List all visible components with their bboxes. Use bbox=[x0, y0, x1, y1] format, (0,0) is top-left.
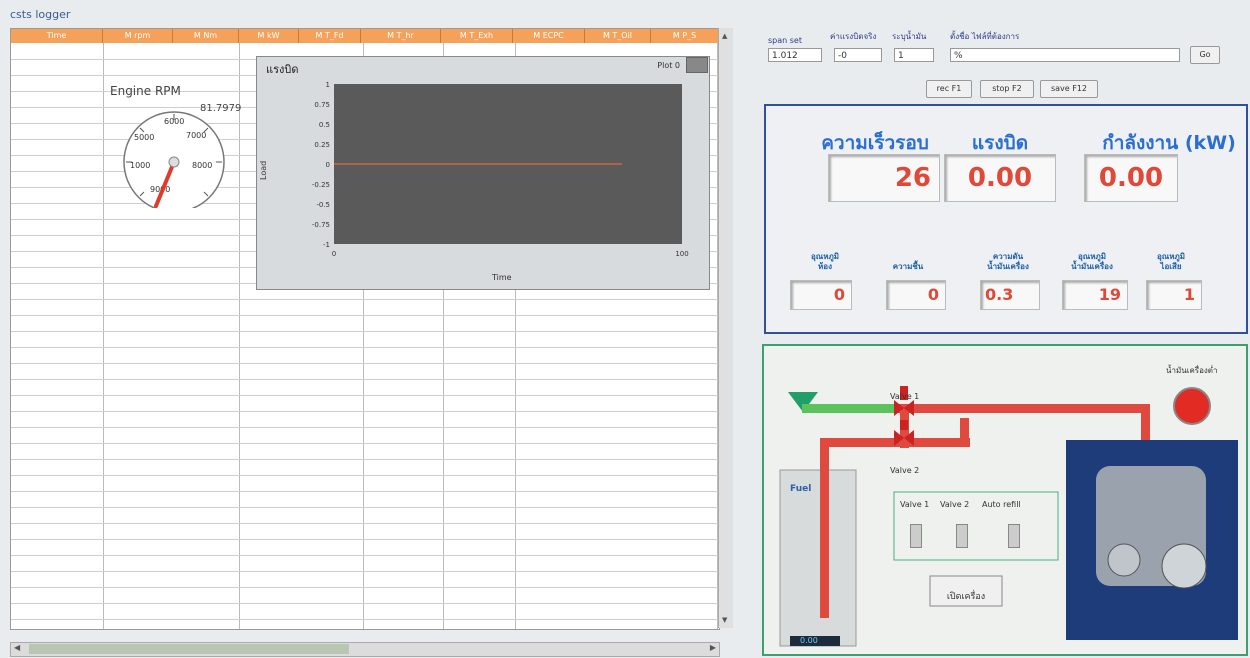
speed-value: 26 bbox=[828, 154, 940, 202]
span-input[interactable]: 1.012 bbox=[768, 48, 822, 62]
column-header[interactable]: M T_Fd bbox=[299, 29, 361, 43]
gauge-tick: 6000 bbox=[164, 117, 184, 126]
start-engine-button[interactable]: เปิดเครื่อง bbox=[930, 584, 1002, 610]
column-header[interactable]: M kW bbox=[239, 29, 299, 43]
fuel-reading: 0.00 bbox=[800, 636, 818, 645]
table-row bbox=[11, 315, 719, 316]
room-temp-value: 0 bbox=[790, 280, 852, 310]
column-header[interactable]: M T_Oil bbox=[585, 29, 651, 43]
logger-title: csts logger bbox=[10, 8, 71, 21]
fuel-label: Fuel bbox=[790, 484, 812, 494]
table-row bbox=[11, 475, 719, 476]
table-row bbox=[11, 587, 719, 588]
alarm-light bbox=[1173, 387, 1211, 425]
filepath-input[interactable]: % bbox=[950, 48, 1180, 62]
field2-label: ค่าแรงบิดจริง bbox=[830, 32, 877, 41]
table-row bbox=[11, 299, 719, 300]
table-row bbox=[11, 507, 719, 508]
oil-temp-value: 19 bbox=[1062, 280, 1128, 310]
scroll-thumb[interactable] bbox=[29, 644, 349, 654]
save-button[interactable]: save F12 bbox=[1040, 80, 1098, 98]
switch-valve1-label: Valve 1 bbox=[900, 500, 930, 509]
switch-valve2-label: Valve 2 bbox=[940, 500, 970, 509]
stop-button[interactable]: stop F2 bbox=[980, 80, 1034, 98]
table-row bbox=[11, 443, 719, 444]
y-tick-label: -0.25 bbox=[312, 181, 330, 189]
table-row bbox=[11, 603, 719, 604]
y-tick-label: 0.75 bbox=[314, 101, 330, 109]
span-label: span set bbox=[768, 36, 802, 45]
vertical-scrollbar[interactable]: ▲ ▼ bbox=[718, 28, 733, 628]
field3-input[interactable]: 1 bbox=[894, 48, 934, 62]
table-row bbox=[11, 363, 719, 364]
table-row bbox=[11, 411, 719, 412]
chart-legend[interactable]: Plot 0 bbox=[602, 56, 708, 74]
power-value: 0.00 bbox=[1084, 154, 1178, 202]
oil-pressure-value: 0.3 bbox=[980, 280, 1040, 310]
table-row bbox=[11, 571, 719, 572]
table-row bbox=[11, 539, 719, 540]
table-row bbox=[11, 491, 719, 492]
humidity-value: 0 bbox=[886, 280, 946, 310]
y-tick-label: 0.25 bbox=[314, 141, 330, 149]
column-header[interactable]: M T_hr bbox=[361, 29, 441, 43]
table-row bbox=[11, 347, 719, 348]
oil-temp-label: อุณหภูมิ น้ำมันเครื่อง bbox=[1071, 252, 1113, 271]
y-axis-label: Load bbox=[259, 161, 268, 180]
horizontal-scrollbar[interactable]: ◀ ▶ bbox=[10, 642, 720, 657]
table-row bbox=[11, 331, 719, 332]
gauge-tick: 5000 bbox=[134, 133, 154, 142]
torque-chart: Load 10.750.50.250-0.25-0.5-0.75-1 0 100 … bbox=[259, 81, 689, 282]
table-row bbox=[11, 395, 719, 396]
y-tick-label: -1 bbox=[323, 241, 330, 249]
column-header[interactable]: M rpm bbox=[103, 29, 173, 43]
record-button[interactable]: rec F1 bbox=[926, 80, 972, 98]
x-tick-label: 100 bbox=[675, 250, 688, 258]
rpm-gauge: 6000 7000 5000 8000 1000 9000 bbox=[123, 111, 225, 208]
valve1-toggle[interactable] bbox=[910, 524, 922, 548]
gauge-tick: 8000 bbox=[192, 161, 212, 170]
room-temp-label: อุณหภูมิ ห้อง bbox=[810, 252, 840, 271]
legend-swatch[interactable] bbox=[686, 57, 708, 73]
y-tick-label: 0.5 bbox=[319, 121, 330, 129]
table-header: Time M rpm M Nm M kW M T_Fd M T_hr M T_E… bbox=[11, 29, 719, 43]
table-row bbox=[11, 619, 719, 620]
field2-input[interactable]: -0 bbox=[834, 48, 882, 62]
valve2-toggle[interactable] bbox=[956, 524, 968, 548]
table-row bbox=[11, 459, 719, 460]
humidity-label: ความชื้น bbox=[892, 262, 924, 271]
exhaust-temp-value: 1 bbox=[1146, 280, 1202, 310]
column-header[interactable]: M Nm bbox=[173, 29, 239, 43]
exhaust-temp-label: อุณหภูมิ ไอเสีย bbox=[1156, 252, 1186, 271]
y-tick-label: -0.75 bbox=[312, 221, 330, 229]
gauge-label: Engine RPM bbox=[110, 84, 181, 98]
fuel-tank bbox=[779, 469, 857, 647]
valve-1-label: Valve 1 bbox=[890, 392, 920, 401]
field3-label: ระบุน้ำมัน bbox=[892, 32, 927, 41]
column-header[interactable]: M P_S bbox=[651, 29, 719, 43]
column-header[interactable]: Time bbox=[11, 29, 103, 43]
x-axis-label: Time bbox=[491, 273, 512, 282]
column-header[interactable]: M T_Exh bbox=[441, 29, 513, 43]
table-row bbox=[11, 555, 719, 556]
autorefill-toggle[interactable] bbox=[1008, 524, 1020, 548]
gauge-tick: 7000 bbox=[186, 131, 206, 140]
x-tick-label: 0 bbox=[332, 250, 336, 258]
column-header[interactable]: M ECPC bbox=[513, 29, 585, 43]
table-row bbox=[11, 379, 719, 380]
legend-label: Plot 0 bbox=[657, 60, 680, 70]
browse-button[interactable]: Go bbox=[1190, 46, 1220, 64]
valve-2-label: Valve 2 bbox=[890, 466, 920, 475]
gauge-tick: 1000 bbox=[130, 161, 150, 170]
y-tick-label: 0 bbox=[326, 161, 330, 169]
torque-value: 0.00 bbox=[944, 154, 1056, 202]
alarm-label: น้ำมันเครื่องต่ำ bbox=[1166, 366, 1218, 375]
table-row bbox=[11, 523, 719, 524]
table-row bbox=[11, 427, 719, 428]
oil-pressure-label: ความดัน น้ำมันเครื่อง bbox=[987, 252, 1029, 271]
switch-autorefill-label: Auto refill bbox=[982, 500, 1021, 509]
filepath-label: ตั้งชื่อ ไฟล์ที่ต้องการ bbox=[950, 32, 1020, 41]
y-tick-label: 1 bbox=[326, 81, 330, 89]
y-tick-label: -0.5 bbox=[316, 201, 330, 209]
